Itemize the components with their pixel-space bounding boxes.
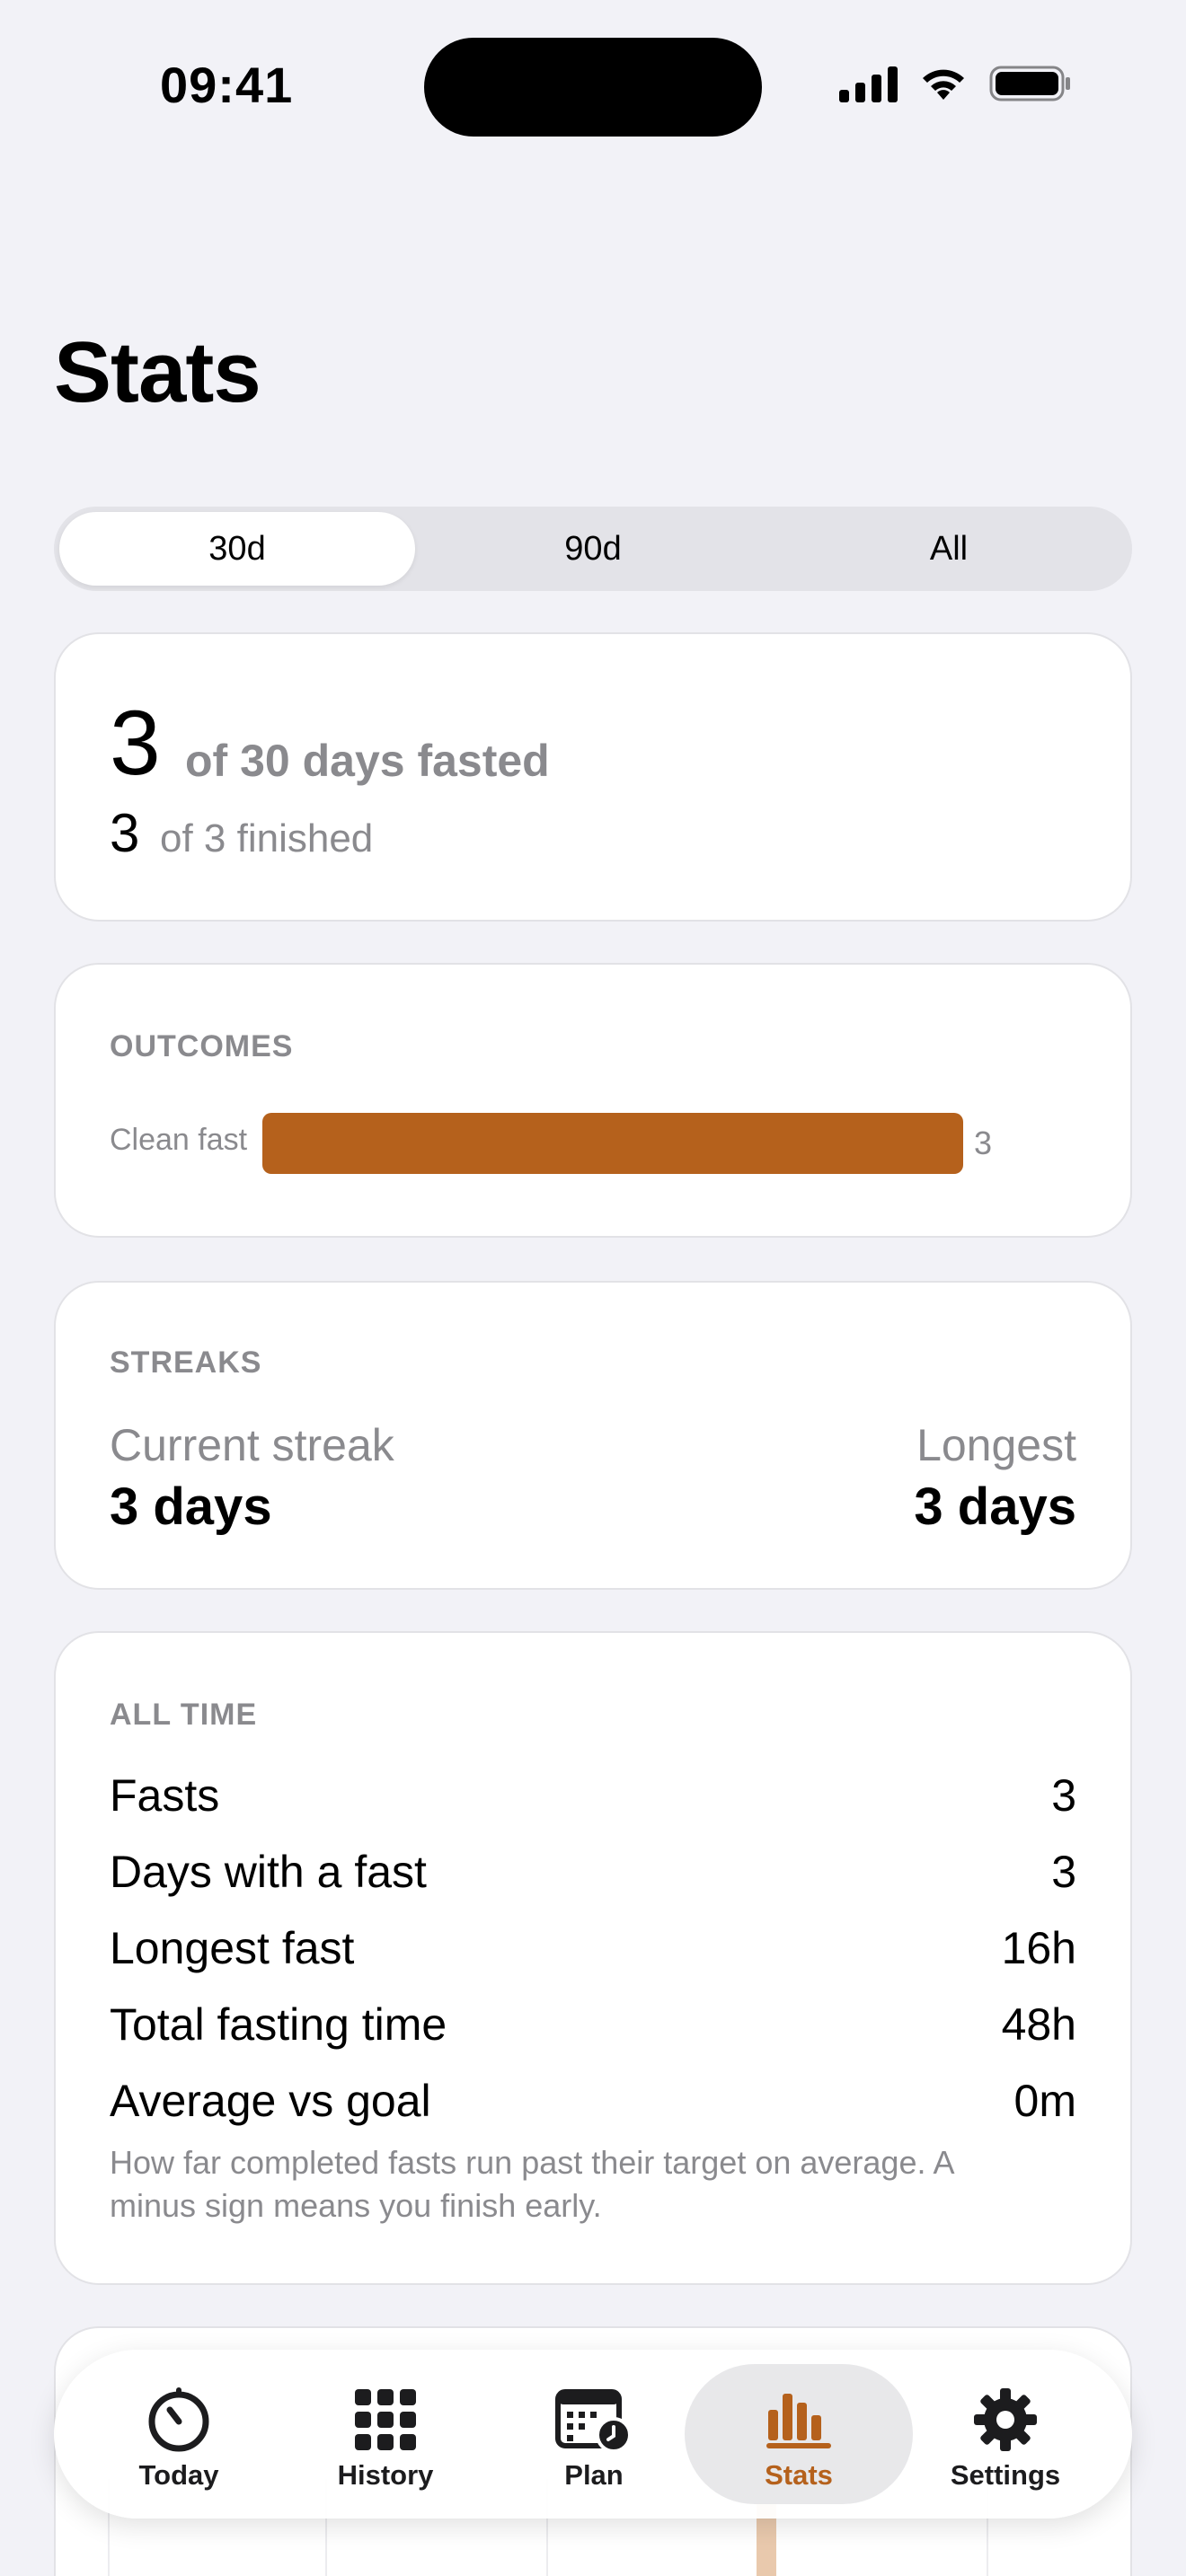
- cellular-signal-icon: [839, 65, 898, 102]
- calendar-clock-icon: [555, 2389, 632, 2453]
- streaks-heading: STREAKS: [110, 1345, 262, 1380]
- tab-history[interactable]: History: [282, 2364, 489, 2504]
- tab-stats[interactable]: Stats: [685, 2364, 913, 2504]
- outcome-bar-clean-fast: [262, 1113, 963, 1174]
- stat-value: 16h: [1001, 1923, 1076, 1973]
- longest-streak-label: Longest: [916, 1420, 1076, 1470]
- timer-icon: [148, 2387, 209, 2452]
- tab-label-today: Today: [138, 2459, 219, 2491]
- outcome-bar-track: [262, 1113, 963, 1176]
- tab-today[interactable]: Today: [75, 2364, 282, 2504]
- average-vs-goal-note: How far completed fasts run past their t…: [110, 2144, 953, 2224]
- stat-row: Total fasting time 48h: [110, 1993, 1076, 2056]
- tab-bar: Today History Plan Stats Settings: [54, 2350, 1132, 2519]
- current-streak-label: Current streak: [110, 1420, 394, 1470]
- outcomes-card: OUTCOMES Clean fast 3: [54, 963, 1132, 1238]
- days-fasted-count: 3: [110, 692, 161, 794]
- dynamic-island: [424, 38, 762, 137]
- status-icons: [839, 61, 1072, 106]
- stat-row: Days with a fast 3: [110, 1840, 1076, 1903]
- stat-value: 48h: [1001, 1999, 1076, 2050]
- range-segmented-control: 30d 90d All: [54, 507, 1132, 591]
- days-fasted-label: of 30 days fasted: [185, 736, 550, 786]
- finished-label: of 3 finished: [160, 816, 374, 860]
- tab-label-plan: Plan: [564, 2459, 624, 2491]
- outcome-value-clean-fast: 3: [974, 1125, 993, 1161]
- tab-settings[interactable]: Settings: [902, 2364, 1109, 2504]
- stat-label: Average vs goal: [110, 2076, 431, 2126]
- stat-value: 3: [1051, 1847, 1076, 1897]
- stats-screen: 09:41 Stats 30d 90d All 3 of 30 days fas…: [0, 0, 1186, 2576]
- stat-label: Fasts: [110, 1770, 220, 1821]
- tab-label-settings: Settings: [950, 2459, 1061, 2491]
- stat-value: 0m: [1013, 2076, 1076, 2126]
- all-time-heading: ALL TIME: [110, 1698, 258, 1732]
- longest-streak-value: 3 days: [914, 1478, 1076, 1536]
- grid-icon: [355, 2389, 416, 2450]
- stat-value: 3: [1051, 1770, 1076, 1821]
- outcome-label-clean-fast: Clean fast: [110, 1123, 248, 1157]
- battery-icon: [989, 66, 1070, 101]
- range-option-all[interactable]: All: [771, 512, 1127, 586]
- stat-row: Average vs goal 0m: [110, 2069, 1076, 2132]
- tab-label-history: History: [337, 2459, 434, 2491]
- stat-label: Total fasting time: [110, 1999, 447, 2050]
- status-time: 09:41: [160, 57, 294, 113]
- all-time-card: ALL TIME Fasts 3 Days with a fast 3 Long…: [54, 1631, 1132, 2285]
- current-streak-value: 3 days: [110, 1478, 272, 1536]
- gear-icon: [974, 2388, 1037, 2451]
- stat-label: Days with a fast: [110, 1847, 427, 1897]
- wifi-icon: [923, 69, 964, 100]
- summary-card: 3 of 30 days fasted 3 of 3 finished: [54, 632, 1132, 922]
- outcomes-heading: OUTCOMES: [110, 1029, 294, 1063]
- finished-count: 3: [110, 803, 140, 863]
- range-option-90d[interactable]: 90d: [415, 512, 771, 586]
- tab-label-stats: Stats: [765, 2459, 833, 2491]
- tab-plan[interactable]: Plan: [491, 2364, 697, 2504]
- page-title: Stats: [54, 324, 261, 420]
- stat-row: Fasts 3: [110, 1764, 1076, 1827]
- streaks-card: STREAKS Current streak 3 days Longest 3 …: [54, 1281, 1132, 1590]
- bar-chart-icon: [766, 2394, 831, 2448]
- range-option-30d[interactable]: 30d: [59, 512, 415, 586]
- stat-label: Longest fast: [110, 1923, 355, 1973]
- stat-row: Longest fast 16h: [110, 1917, 1076, 1980]
